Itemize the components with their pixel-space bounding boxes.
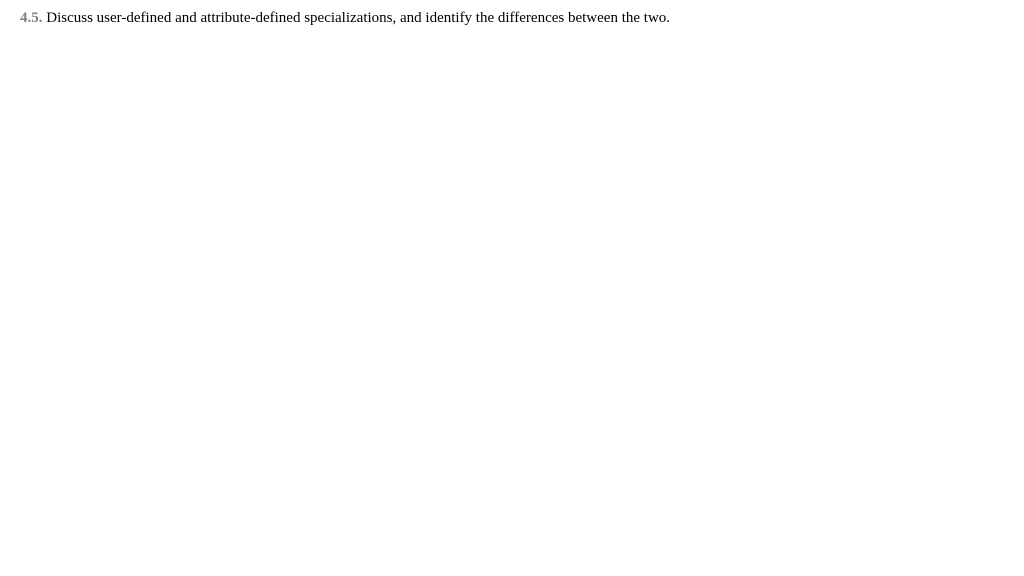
question-number: 4.5.	[20, 10, 43, 26]
question-block: 4.5. Discuss user-defined and attribute-…	[20, 8, 800, 29]
question-text: Discuss user-defined and attribute-defin…	[46, 10, 670, 26]
